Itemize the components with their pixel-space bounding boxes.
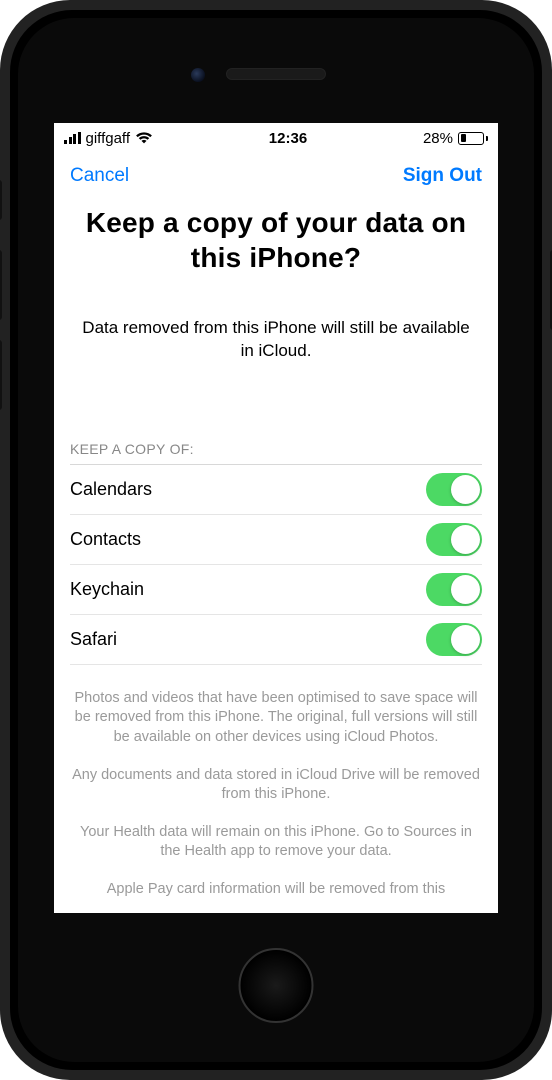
cancel-button[interactable]: Cancel bbox=[70, 165, 129, 187]
row-label-contacts: Contacts bbox=[70, 529, 141, 550]
row-label-safari: Safari bbox=[70, 629, 117, 650]
battery-icon bbox=[458, 132, 488, 145]
toggle-safari[interactable] bbox=[426, 623, 482, 656]
device-frame: giffgaff 12:36 28% bbox=[0, 0, 552, 1080]
sign-out-button[interactable]: Sign Out bbox=[403, 165, 482, 187]
top-bezel bbox=[18, 18, 534, 123]
home-button[interactable] bbox=[239, 948, 314, 1023]
row-safari: Safari bbox=[70, 615, 482, 665]
row-calendars: Calendars bbox=[70, 465, 482, 515]
footer-p3: Your Health data will remain on this iPh… bbox=[70, 823, 482, 862]
footer-p1: Photos and videos that have been optimis… bbox=[70, 689, 482, 748]
volume-down-button bbox=[0, 340, 2, 410]
clock: 12:36 bbox=[269, 130, 307, 147]
status-bar: giffgaff 12:36 28% bbox=[54, 123, 498, 153]
screen: giffgaff 12:36 28% bbox=[54, 123, 498, 913]
toggle-calendars[interactable] bbox=[426, 473, 482, 506]
bottom-bezel bbox=[18, 913, 534, 1062]
section-header: KEEP A COPY OF: bbox=[70, 441, 482, 465]
nav-bar: Cancel Sign Out bbox=[54, 153, 498, 199]
toggle-keychain[interactable] bbox=[426, 573, 482, 606]
carrier-label: giffgaff bbox=[86, 130, 131, 147]
volume-up-button bbox=[0, 250, 2, 320]
row-contacts: Contacts bbox=[70, 515, 482, 565]
footer-text: Photos and videos that have been optimis… bbox=[70, 689, 482, 900]
page-title: Keep a copy of your data on this iPhone? bbox=[70, 205, 482, 275]
wifi-icon bbox=[135, 131, 153, 145]
row-label-keychain: Keychain bbox=[70, 579, 144, 600]
mute-switch bbox=[0, 180, 2, 220]
page-subtitle: Data removed from this iPhone will still… bbox=[70, 317, 482, 363]
front-camera bbox=[191, 68, 205, 82]
footer-p4: Apple Pay card information will be remov… bbox=[70, 880, 482, 900]
footer-p2: Any documents and data stored in iCloud … bbox=[70, 766, 482, 805]
row-keychain: Keychain bbox=[70, 565, 482, 615]
battery-percent: 28% bbox=[423, 130, 453, 147]
ear-speaker bbox=[226, 68, 326, 80]
signal-icon bbox=[64, 132, 81, 144]
row-label-calendars: Calendars bbox=[70, 479, 152, 500]
toggle-contacts[interactable] bbox=[426, 523, 482, 556]
